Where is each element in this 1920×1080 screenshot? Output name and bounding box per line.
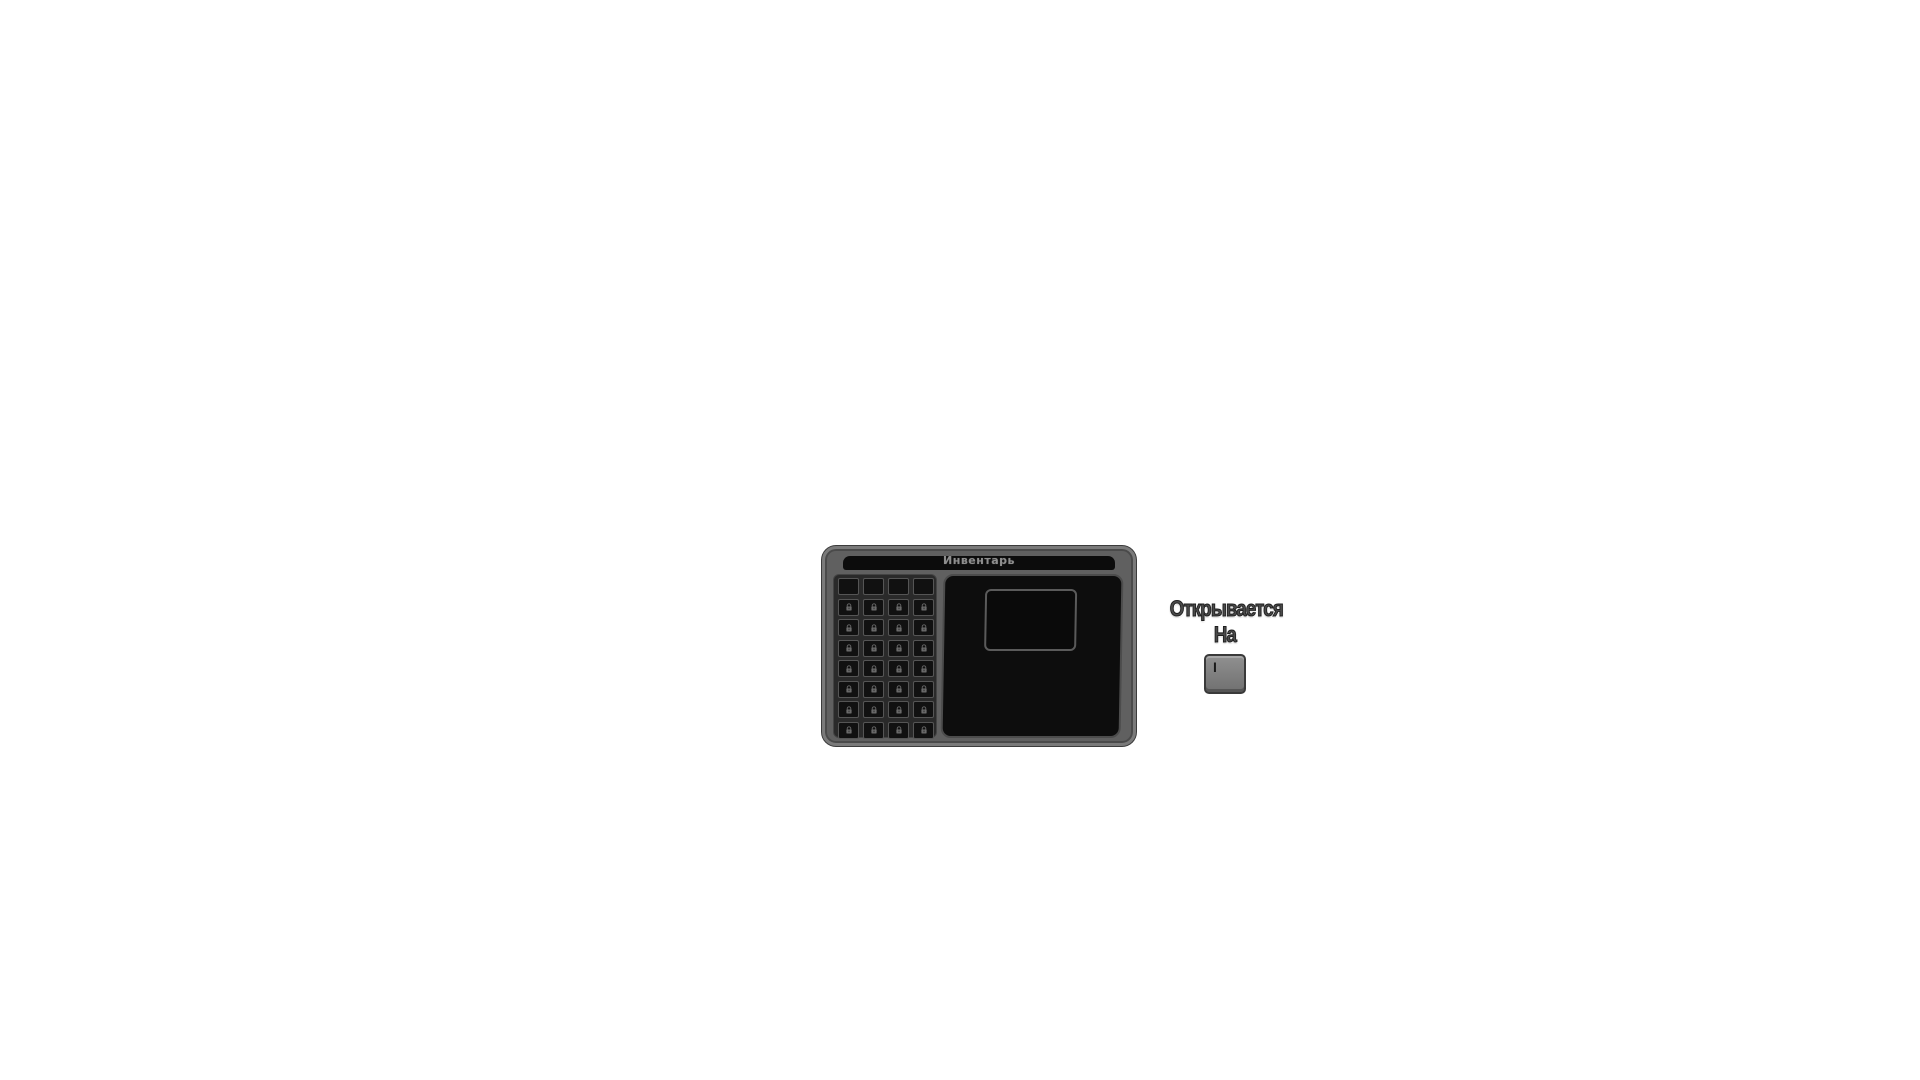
inventory-slot[interactable] (838, 578, 859, 595)
lock-icon (920, 685, 928, 693)
lock-icon (870, 705, 878, 714)
inventory-title-bar: Инвентарь (843, 554, 1115, 570)
lock-icon (895, 726, 903, 734)
lock-icon (870, 664, 878, 673)
inventory-slot-locked[interactable] (888, 680, 909, 698)
lock-icon (895, 664, 903, 673)
lock-icon (845, 726, 853, 734)
inventory-slot-locked[interactable] (838, 598, 859, 616)
inventory-title: Инвентарь (943, 554, 1015, 567)
inventory-slot-locked[interactable] (863, 598, 884, 616)
inventory-slot-locked[interactable] (863, 721, 884, 739)
inventory-panel: Инвентарь (822, 546, 1136, 746)
lock-icon (845, 664, 853, 673)
lock-icon (920, 726, 928, 734)
inventory-slot-locked[interactable] (863, 701, 884, 718)
lock-icon (920, 603, 928, 611)
inventory-slot-locked[interactable] (863, 639, 884, 657)
inventory-slot-locked[interactable] (838, 680, 859, 698)
key-label: I (1213, 659, 1217, 675)
lock-icon (870, 603, 878, 611)
lock-icon (870, 644, 878, 652)
inventory-slot-locked[interactable] (888, 598, 909, 616)
inventory-slot-locked[interactable] (913, 701, 934, 718)
lock-icon (845, 685, 853, 693)
inventory-slot-locked[interactable] (913, 660, 934, 677)
lock-icon (845, 705, 853, 714)
key-i-button: I (1204, 654, 1246, 694)
lock-icon (920, 644, 928, 652)
inventory-slot-locked[interactable] (913, 680, 934, 698)
character-preview-area (940, 574, 1124, 738)
lock-icon (920, 705, 928, 714)
lock-icon (845, 644, 853, 652)
hint-line-1: Открывается (1169, 596, 1284, 622)
inventory-slot-locked[interactable] (913, 619, 934, 636)
lock-icon (845, 623, 853, 632)
lock-icon (920, 623, 928, 632)
inventory-slot-locked[interactable] (863, 680, 884, 698)
lock-icon (870, 685, 878, 693)
inventory-slot-locked[interactable] (863, 660, 884, 677)
inventory-slot-locked[interactable] (913, 639, 934, 657)
lock-icon (845, 603, 853, 611)
lock-icon (870, 726, 878, 734)
lock-icon (920, 664, 928, 673)
inventory-slot-locked[interactable] (838, 701, 859, 718)
lock-icon (895, 705, 903, 714)
inventory-slot-locked[interactable] (888, 701, 909, 718)
game-screen: Инвентарь Открывается На I (0, 0, 1920, 1080)
inventory-slot-locked[interactable] (913, 721, 934, 739)
inventory-slot-locked[interactable] (888, 660, 909, 677)
inventory-slot-locked[interactable] (888, 619, 909, 636)
lock-icon (895, 603, 903, 611)
inventory-slot-locked[interactable] (888, 639, 909, 657)
open-hint: Открывается На I (1160, 596, 1290, 694)
inventory-slot-locked[interactable] (913, 598, 934, 616)
lock-icon (895, 644, 903, 652)
inventory-slot[interactable] (888, 578, 909, 595)
preview-screen (984, 589, 1078, 651)
hint-line-2: На (1213, 622, 1237, 648)
inventory-slot-locked[interactable] (838, 660, 859, 677)
inventory-slot[interactable] (913, 578, 934, 595)
inventory-slot-locked[interactable] (838, 721, 859, 739)
lock-icon (895, 623, 903, 632)
inventory-slot[interactable] (863, 578, 884, 595)
inventory-slot-locked[interactable] (838, 619, 859, 636)
lock-icon (895, 685, 903, 693)
inventory-slot-locked[interactable] (863, 619, 884, 636)
lock-icon (870, 623, 878, 632)
inventory-slot-locked[interactable] (838, 639, 859, 657)
inventory-slot-locked[interactable] (888, 721, 909, 739)
inventory-slots-grid (833, 574, 937, 739)
